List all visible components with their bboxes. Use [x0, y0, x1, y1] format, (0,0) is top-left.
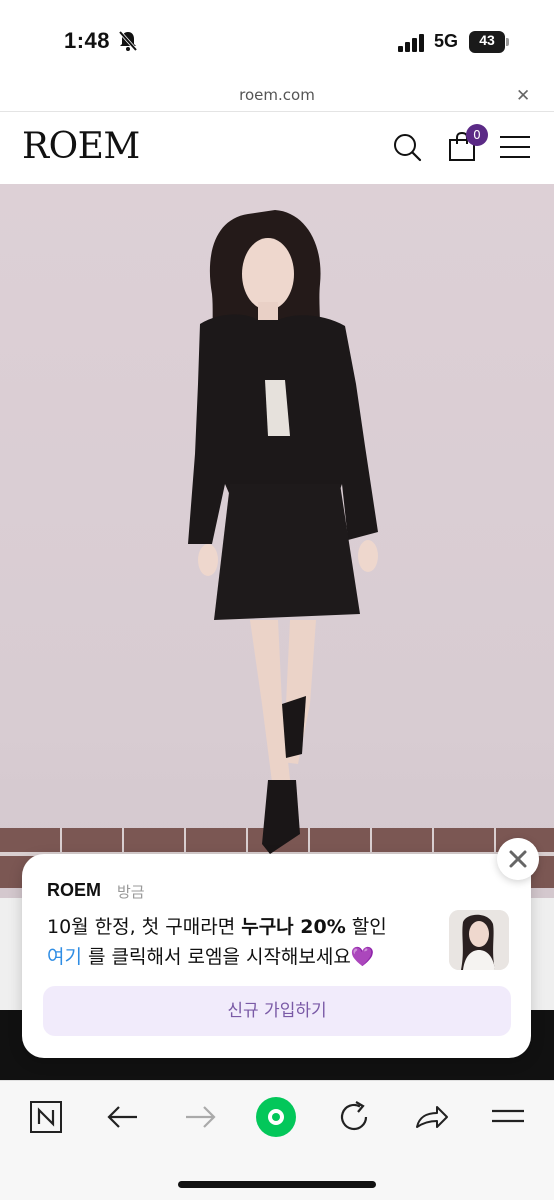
address-bar[interactable]: roem.com ✕ — [0, 80, 554, 112]
popup-message-line2: 여기 를 클릭해서 로엠을 시작해보세요💜 — [47, 942, 375, 969]
back-arrow-icon[interactable] — [101, 1095, 145, 1139]
reload-icon[interactable] — [332, 1095, 376, 1139]
promo-notification-popup[interactable]: ROEM 방금 10월 한정, 첫 구매라면 누구나 20% 할인 여기 를 클… — [22, 854, 531, 1058]
home-indicator[interactable] — [178, 1181, 376, 1188]
naver-n-icon[interactable] — [24, 1095, 68, 1139]
popup-time: 방금 — [117, 883, 145, 901]
green-home-icon[interactable] — [254, 1095, 298, 1139]
menu-icon[interactable] — [486, 1095, 530, 1139]
purple-heart-icon: 💜 — [350, 946, 375, 968]
popup-here-link[interactable]: 여기 — [47, 946, 82, 968]
bell-slash-icon — [118, 30, 138, 52]
cart-count-badge: 0 — [466, 124, 488, 146]
close-icon[interactable] — [497, 838, 539, 880]
forward-arrow-icon[interactable] — [178, 1095, 222, 1139]
popup-line1-prefix: 10월 한정, 첫 구매라면 — [47, 916, 242, 938]
url-text[interactable]: roem.com — [0, 86, 554, 104]
signup-button[interactable]: 신규 가입하기 — [43, 986, 511, 1036]
network-type: 5G — [434, 31, 459, 51]
popup-line1-suffix: 할인 — [345, 916, 387, 938]
popup-brand: ROEM — [47, 880, 101, 900]
status-bar: 1:48 5G 43 — [0, 0, 554, 80]
battery-icon: 43 — [469, 31, 509, 53]
browser-toolbar — [0, 1080, 554, 1200]
popup-message-line1: 10월 한정, 첫 구매라면 누구나 20% 할인 — [47, 912, 387, 939]
battery-level: 43 — [479, 32, 495, 48]
close-icon[interactable]: ✕ — [516, 86, 530, 106]
status-time: 1:48 — [64, 28, 111, 53]
phone-screen: 1:48 5G 43 roem.com ✕ ROEM 0 ROEM 방금 10월… — [0, 0, 554, 1200]
signal-bars-icon — [398, 34, 424, 52]
share-icon[interactable] — [409, 1095, 453, 1139]
search-icon[interactable] — [390, 130, 424, 164]
popup-line2-rest: 를 클릭해서 로엠을 시작해보세요 — [81, 946, 351, 968]
site-header: ROEM — [0, 112, 554, 184]
hamburger-menu-icon[interactable] — [498, 130, 532, 164]
model-figure — [188, 210, 378, 854]
site-logo[interactable]: ROEM — [22, 126, 140, 167]
popup-thumbnail-image — [449, 910, 509, 970]
popup-line1-bold: 누구나 20% — [241, 916, 346, 938]
